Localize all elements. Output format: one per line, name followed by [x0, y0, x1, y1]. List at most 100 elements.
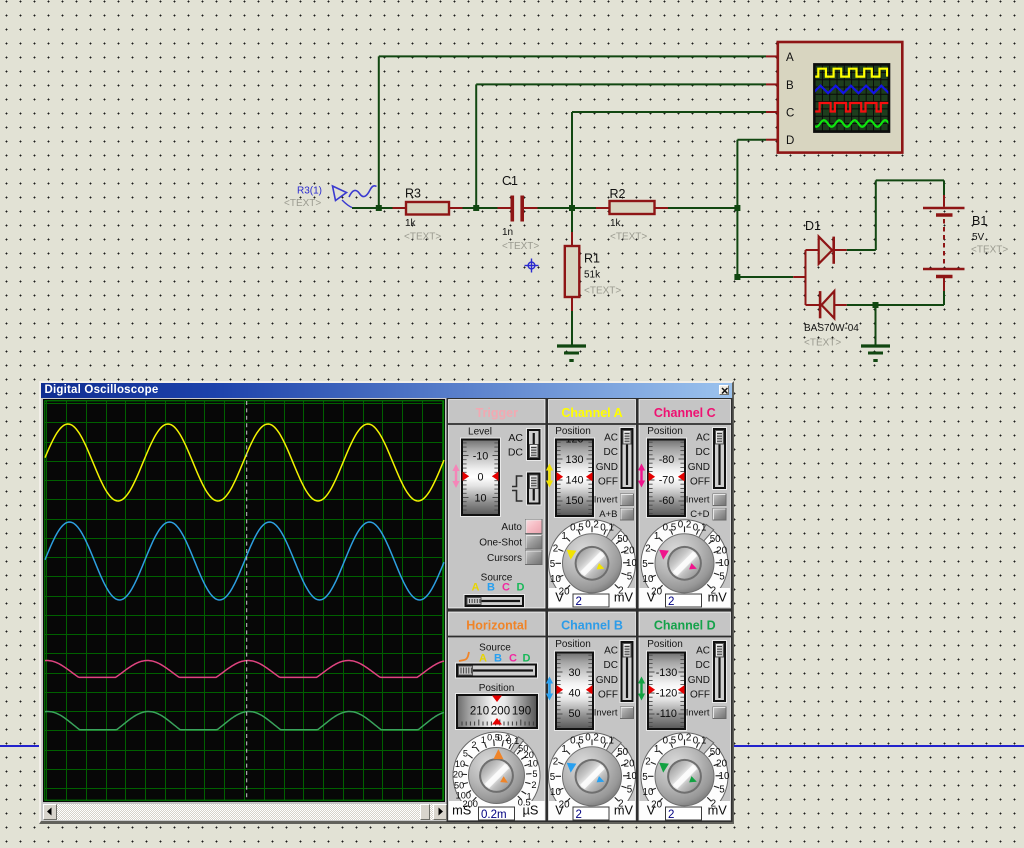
svg-text:0.2m: 0.2m	[481, 809, 507, 821]
svg-text:2: 2	[576, 596, 582, 608]
svg-text:2: 2	[553, 757, 558, 768]
svg-text:DC: DC	[604, 447, 618, 458]
svg-text:2: 2	[668, 809, 674, 821]
svg-text:210: 210	[470, 706, 489, 718]
svg-text:130: 130	[565, 454, 583, 466]
svg-text:OFF: OFF	[690, 477, 710, 488]
svg-text:V: V	[647, 590, 656, 605]
svg-text:Horizontal: Horizontal	[466, 619, 527, 633]
svg-text:C: C	[502, 582, 510, 594]
svg-text:Invert: Invert	[594, 708, 618, 719]
svg-text:mS: mS	[452, 803, 471, 818]
svg-text:-120: -120	[656, 687, 678, 699]
svg-text:1: 1	[654, 531, 659, 542]
svg-text:DC: DC	[696, 447, 710, 458]
svg-text:DC: DC	[604, 660, 618, 671]
svg-text:Cursors: Cursors	[487, 553, 522, 564]
svg-text:<TEXT>: <TEXT>	[610, 232, 647, 243]
svg-text:-10: -10	[473, 450, 489, 462]
svg-text:5: 5	[463, 748, 468, 758]
svg-text:150: 150	[565, 495, 583, 507]
svg-text:50: 50	[617, 747, 628, 758]
svg-text:D: D	[786, 135, 794, 147]
svg-text:-80: -80	[659, 454, 675, 466]
svg-text:R1: R1	[584, 252, 600, 266]
svg-text:C+D: C+D	[690, 509, 709, 520]
svg-text:10: 10	[474, 492, 486, 504]
svg-text:10: 10	[643, 787, 654, 798]
svg-text:0: 0	[477, 471, 483, 483]
svg-text:0.1: 0.1	[693, 735, 707, 746]
svg-text:0.5: 0.5	[663, 522, 677, 533]
svg-text:2: 2	[645, 757, 650, 768]
svg-text:1k: 1k	[405, 218, 417, 229]
svg-text:5: 5	[532, 769, 537, 779]
svg-text:B: B	[487, 582, 495, 594]
svg-text:AC: AC	[696, 433, 710, 444]
svg-text:0.1: 0.1	[600, 735, 614, 746]
svg-text:10: 10	[719, 771, 730, 782]
svg-text:30: 30	[568, 667, 580, 679]
svg-text:2: 2	[531, 780, 536, 790]
svg-text:5: 5	[642, 772, 648, 783]
svg-text:0.1: 0.1	[693, 522, 707, 533]
svg-text:Position: Position	[555, 426, 591, 437]
svg-text:AC: AC	[604, 433, 618, 444]
svg-text:V: V	[647, 803, 656, 818]
svg-text:<TEXT>: <TEXT>	[971, 245, 1008, 256]
svg-text:Invert: Invert	[686, 708, 710, 719]
svg-text:DC: DC	[508, 447, 524, 459]
svg-text:Channel B: Channel B	[561, 619, 623, 633]
svg-text:-130: -130	[656, 667, 678, 679]
svg-text:1: 1	[654, 744, 659, 755]
svg-text:5: 5	[627, 784, 633, 795]
svg-text:mV: mV	[708, 590, 728, 605]
svg-text:A+B: A+B	[599, 509, 617, 520]
svg-text:GND: GND	[688, 462, 710, 473]
svg-text:<TEXT>: <TEXT>	[404, 232, 441, 243]
svg-text:<TEXT>: <TEXT>	[502, 241, 539, 252]
svg-text:Invert: Invert	[594, 495, 618, 506]
svg-text:Channel D: Channel D	[654, 619, 716, 633]
svg-text:mV: mV	[614, 803, 634, 818]
svg-text:Level: Level	[468, 427, 492, 438]
svg-text:10: 10	[626, 558, 637, 569]
svg-text:mV: mV	[614, 590, 634, 605]
svg-text:R3(1): R3(1)	[297, 186, 322, 197]
svg-text:5: 5	[550, 772, 556, 783]
svg-text:2: 2	[471, 740, 476, 750]
svg-text:Position: Position	[555, 639, 591, 650]
svg-text:Channel C: Channel C	[654, 406, 716, 420]
svg-text:Position: Position	[479, 683, 515, 694]
svg-text:5: 5	[550, 559, 556, 570]
svg-text:Auto: Auto	[501, 522, 522, 533]
svg-text:DC: DC	[696, 660, 710, 671]
svg-text:R2: R2	[610, 187, 626, 201]
svg-text:<TEXT>: <TEXT>	[284, 198, 321, 209]
svg-text:mV: mV	[708, 803, 728, 818]
svg-text:5: 5	[642, 559, 648, 570]
svg-text:Position: Position	[647, 639, 683, 650]
svg-text:10: 10	[455, 759, 465, 769]
svg-text:200: 200	[491, 706, 510, 718]
svg-text:B: B	[786, 80, 794, 92]
svg-text:10: 10	[550, 574, 561, 585]
svg-text:<TEXT>: <TEXT>	[584, 286, 621, 297]
svg-text:40: 40	[568, 687, 580, 699]
svg-text:140: 140	[565, 474, 583, 486]
svg-text:Channel A: Channel A	[561, 406, 622, 420]
svg-text:AC: AC	[696, 646, 710, 657]
svg-text:R3: R3	[405, 187, 421, 201]
svg-text:10: 10	[528, 759, 538, 769]
svg-text:10: 10	[550, 787, 561, 798]
svg-text:5: 5	[627, 571, 633, 582]
svg-text:10: 10	[626, 771, 637, 782]
svg-text:2: 2	[553, 544, 558, 555]
svg-text:<TEXT>: <TEXT>	[804, 338, 841, 349]
svg-text:-70: -70	[659, 474, 675, 486]
svg-text:1: 1	[561, 531, 566, 542]
svg-text:50: 50	[568, 708, 580, 720]
svg-text:AC: AC	[508, 432, 523, 444]
svg-text:-110: -110	[656, 708, 677, 720]
svg-text:Trigger: Trigger	[476, 406, 519, 420]
